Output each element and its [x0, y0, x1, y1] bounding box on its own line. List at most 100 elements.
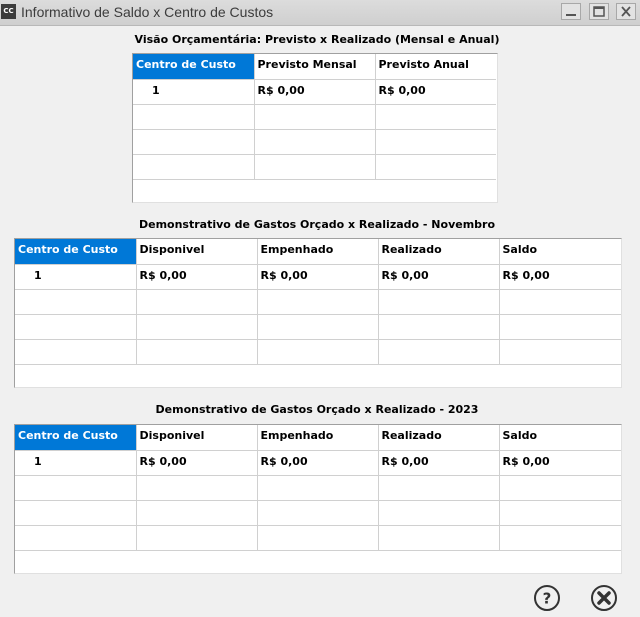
- table-cell[interactable]: [15, 339, 137, 365]
- column-header[interactable]: Previsto Anual: [375, 54, 496, 80]
- close-circle-icon: [591, 585, 617, 611]
- column-header[interactable]: Empenhado: [257, 239, 379, 265]
- close-icon: [621, 6, 631, 17]
- table-cell[interactable]: R$ 0,00: [254, 79, 376, 105]
- table-cell[interactable]: [15, 475, 137, 501]
- table-cell[interactable]: [257, 525, 379, 551]
- column-header[interactable]: Saldo: [499, 239, 621, 265]
- header-row: Centro de Custo Disponivel Empenhado Rea…: [15, 425, 621, 451]
- column-header[interactable]: Saldo: [499, 425, 621, 451]
- table-row[interactable]: [133, 154, 496, 180]
- table-row[interactable]: 1 R$ 0,00 R$ 0,00: [133, 79, 496, 105]
- table-row[interactable]: [15, 500, 621, 526]
- table-cell[interactable]: [254, 154, 376, 180]
- table-row[interactable]: [133, 104, 496, 130]
- title-bar: CC Informativo de Saldo x Centro de Cust…: [0, 0, 640, 26]
- section3-title: Demonstrativo de Gastos Orçado x Realiza…: [155, 403, 479, 416]
- table-cell[interactable]: [133, 154, 255, 180]
- table-row[interactable]: 1 R$ 0,00 R$ 0,00 R$ 0,00 R$ 0,00: [15, 450, 621, 476]
- column-header[interactable]: Disponivel: [136, 425, 258, 451]
- question-circle-icon: ?: [534, 585, 560, 611]
- section2-table: Centro de Custo Disponivel Empenhado Rea…: [15, 239, 621, 365]
- table-cell[interactable]: R$ 0,00: [499, 450, 621, 476]
- table-row[interactable]: [15, 339, 621, 365]
- table-cell[interactable]: [136, 500, 258, 526]
- table-cell[interactable]: [133, 104, 255, 130]
- table-cell[interactable]: [499, 339, 621, 365]
- table-cell[interactable]: R$ 0,00: [499, 264, 621, 290]
- table-cell[interactable]: R$ 0,00: [378, 264, 500, 290]
- table-cell[interactable]: [136, 525, 258, 551]
- table-cell[interactable]: R$ 0,00: [257, 264, 379, 290]
- svg-text:?: ?: [543, 590, 552, 608]
- table-cell[interactable]: [378, 500, 500, 526]
- table-row[interactable]: 1 R$ 0,00 R$ 0,00 R$ 0,00 R$ 0,00: [15, 264, 621, 290]
- table-cell[interactable]: R$ 0,00: [136, 450, 258, 476]
- table-cell[interactable]: [136, 339, 258, 365]
- table-cell[interactable]: [375, 104, 496, 130]
- column-header[interactable]: Centro de Custo: [133, 54, 255, 80]
- table-cell[interactable]: [254, 104, 376, 130]
- table-cell[interactable]: [136, 475, 258, 501]
- section1-title: Visão Orçamentária: Previsto x Realizado…: [134, 33, 500, 46]
- table-cell[interactable]: [254, 129, 376, 155]
- table-row[interactable]: [15, 314, 621, 340]
- table-cell[interactable]: [499, 525, 621, 551]
- table-row[interactable]: [15, 525, 621, 551]
- table-cell[interactable]: [499, 289, 621, 315]
- help-button[interactable]: ?: [533, 584, 561, 612]
- table-row[interactable]: [15, 289, 621, 315]
- table-cell[interactable]: [15, 314, 137, 340]
- maximize-icon: [593, 6, 605, 17]
- minimize-button[interactable]: [561, 3, 581, 20]
- section3-table: Centro de Custo Disponivel Empenhado Rea…: [15, 425, 621, 551]
- table-cell[interactable]: R$ 0,00: [257, 450, 379, 476]
- table-cell[interactable]: [15, 525, 137, 551]
- column-header[interactable]: Centro de Custo: [15, 239, 137, 265]
- table-cell[interactable]: [378, 339, 500, 365]
- table-cell[interactable]: [499, 475, 621, 501]
- table-cell[interactable]: R$ 0,00: [375, 79, 496, 105]
- table-cell[interactable]: [378, 475, 500, 501]
- table-cell[interactable]: [15, 289, 137, 315]
- table-cell[interactable]: R$ 0,00: [136, 264, 258, 290]
- table-cell[interactable]: [499, 314, 621, 340]
- close-window-button[interactable]: [616, 3, 636, 20]
- table-cell[interactable]: [15, 500, 137, 526]
- table-cell[interactable]: [257, 475, 379, 501]
- section3-grid: Centro de Custo Disponivel Empenhado Rea…: [14, 424, 622, 574]
- table-cell[interactable]: [499, 500, 621, 526]
- column-header[interactable]: Previsto Mensal: [254, 54, 376, 80]
- table-cell[interactable]: R$ 0,00: [378, 450, 500, 476]
- table-cell[interactable]: [378, 314, 500, 340]
- header-row: Centro de Custo Disponivel Empenhado Rea…: [15, 239, 621, 265]
- column-header[interactable]: Realizado: [378, 425, 500, 451]
- column-header[interactable]: Centro de Custo: [15, 425, 137, 451]
- table-cell[interactable]: [136, 314, 258, 340]
- maximize-button[interactable]: [589, 3, 609, 20]
- table-cell[interactable]: 1: [15, 264, 137, 290]
- table-cell[interactable]: 1: [133, 79, 255, 105]
- window-title: Informativo de Saldo x Centro de Custos: [21, 4, 274, 20]
- table-cell[interactable]: [375, 154, 496, 180]
- table-row[interactable]: [15, 475, 621, 501]
- table-cell[interactable]: [378, 289, 500, 315]
- table-cell[interactable]: [257, 314, 379, 340]
- column-header[interactable]: Realizado: [378, 239, 500, 265]
- table-cell[interactable]: [257, 339, 379, 365]
- section1-table: Centro de Custo Previsto Mensal Previsto…: [133, 54, 496, 180]
- column-header[interactable]: Disponivel: [136, 239, 258, 265]
- column-header[interactable]: Empenhado: [257, 425, 379, 451]
- table-cell[interactable]: [378, 525, 500, 551]
- close-button[interactable]: [590, 584, 618, 612]
- section1-grid: Centro de Custo Previsto Mensal Previsto…: [132, 53, 498, 203]
- minimize-icon: [566, 14, 576, 16]
- table-cell[interactable]: [375, 129, 496, 155]
- table-cell[interactable]: [136, 289, 258, 315]
- table-row[interactable]: [133, 129, 496, 155]
- header-row: Centro de Custo Previsto Mensal Previsto…: [133, 54, 496, 80]
- table-cell[interactable]: [133, 129, 255, 155]
- table-cell[interactable]: [257, 289, 379, 315]
- table-cell[interactable]: 1: [15, 450, 137, 476]
- table-cell[interactable]: [257, 500, 379, 526]
